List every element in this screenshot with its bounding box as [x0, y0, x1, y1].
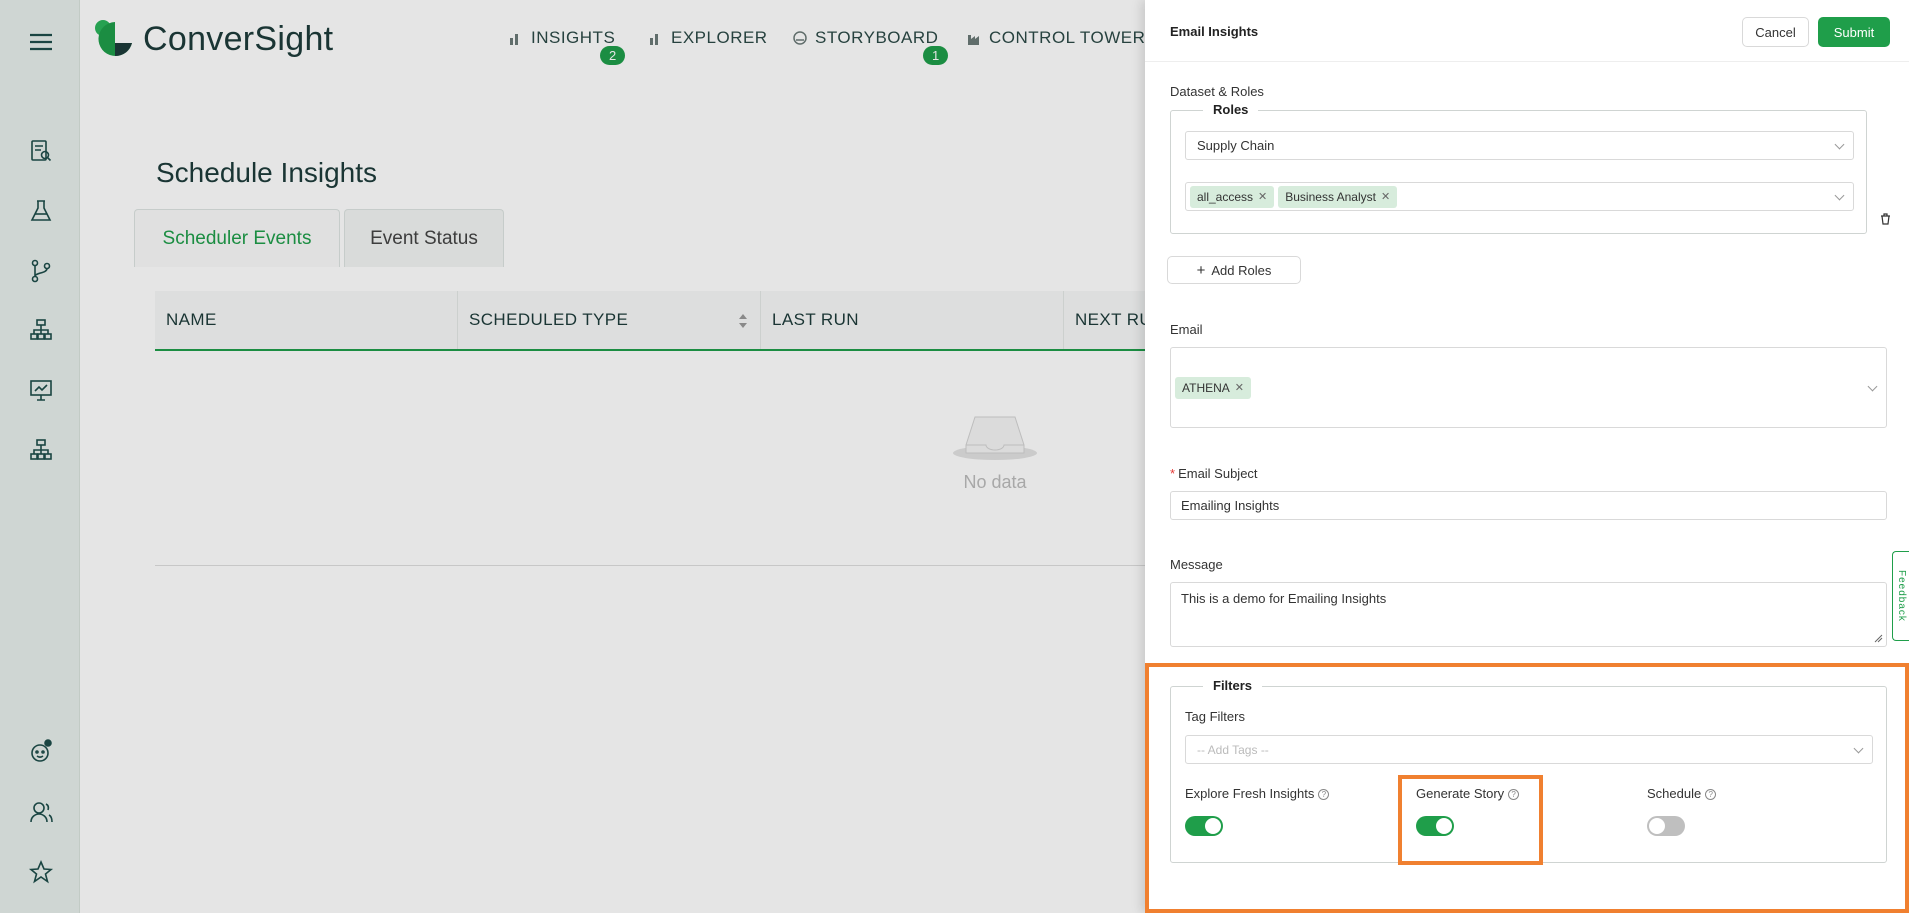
email-tag-label: ATHENA [1182, 380, 1230, 395]
plus-icon: + [1196, 261, 1206, 279]
chevron-down-icon [1834, 139, 1845, 149]
app-root: ConverSight INSIGHTS 2 EXPLORER STORYBOA… [0, 0, 1909, 913]
add-roles-button[interactable]: + Add Roles [1167, 256, 1301, 284]
resize-handle-icon[interactable] [1874, 634, 1883, 643]
email-tag: ATHENA ✕ [1175, 376, 1252, 399]
email-label: Email [1170, 322, 1203, 337]
roles-fieldset: Roles Supply Chain all_access ✕ Business … [1170, 102, 1867, 234]
email-subject-input[interactable]: Emailing Insights [1170, 491, 1887, 520]
feedback-tab[interactable]: Feedback [1892, 551, 1909, 641]
role-tag: Business Analyst ✕ [1278, 185, 1398, 208]
roles-multiselect[interactable]: all_access ✕ Business Analyst ✕ [1185, 182, 1854, 211]
remove-tag-icon[interactable]: ✕ [1381, 190, 1390, 203]
drawer-header: Email Insights Cancel Submit [1145, 0, 1909, 62]
chevron-down-icon [1867, 381, 1878, 391]
role-tag-label: all_access [1197, 189, 1254, 204]
dataset-select[interactable]: Supply Chain [1185, 131, 1854, 160]
required-marker: * [1170, 466, 1176, 481]
drawer-title: Email Insights [1170, 24, 1259, 39]
dataset-select-value: Supply Chain [1197, 138, 1275, 153]
role-tag: all_access ✕ [1190, 185, 1275, 208]
roles-legend: Roles [1203, 102, 1259, 117]
modal-overlay[interactable] [0, 0, 1145, 913]
message-textarea[interactable]: This is a demo for Emailing Insights [1170, 582, 1887, 647]
remove-tag-icon[interactable]: ✕ [1258, 190, 1267, 203]
add-roles-label: Add Roles [1211, 262, 1272, 278]
delete-icon[interactable] [1880, 213, 1891, 225]
generate-story-highlight-box [1398, 775, 1543, 865]
email-subject-label: * Email Subject [1170, 466, 1258, 481]
chevron-down-icon [1834, 190, 1845, 200]
email-multiselect[interactable]: ATHENA ✕ [1170, 347, 1887, 428]
message-label: Message [1170, 557, 1223, 572]
cancel-button[interactable]: Cancel [1742, 17, 1809, 47]
email-insights-drawer: Email Insights Cancel Submit Dataset & R… [1145, 0, 1909, 913]
email-subject-label-text: Email Subject [1178, 466, 1258, 481]
role-tag-label: Business Analyst [1285, 189, 1376, 204]
dataset-roles-label: Dataset & Roles [1170, 84, 1264, 99]
message-text: This is a demo for Emailing Insights [1181, 591, 1387, 606]
submit-button[interactable]: Submit [1818, 17, 1890, 47]
remove-tag-icon[interactable]: ✕ [1235, 381, 1244, 394]
